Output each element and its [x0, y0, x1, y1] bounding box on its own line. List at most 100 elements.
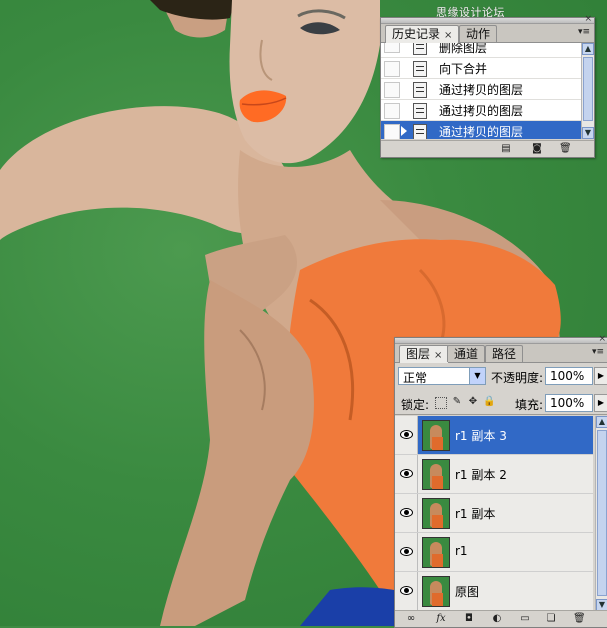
- opacity-value: 100%: [550, 369, 585, 383]
- layer-name[interactable]: r1 副本 3: [455, 427, 507, 444]
- tab-actions[interactable]: 动作: [459, 25, 498, 42]
- delete-trash-icon[interactable]: 🗑: [573, 613, 586, 624]
- tab-history[interactable]: 历史记录 ×: [385, 25, 460, 43]
- fill-field[interactable]: 100% ▶: [545, 394, 607, 412]
- history-scrollbar[interactable]: ▲ ▼: [581, 43, 594, 139]
- lock-label: 锁定:: [401, 398, 430, 412]
- layer-thumbnail[interactable]: [422, 537, 450, 568]
- panel-menu-icon[interactable]: ▾≡: [592, 347, 604, 357]
- layer-name[interactable]: 原图: [455, 583, 479, 600]
- layers-scrollbar[interactable]: ▲ ▼: [595, 416, 607, 611]
- layers-footer: ∞ fx ◘ ◐ ▭ ❏ 🗑: [395, 610, 607, 627]
- panel-close-icon[interactable]: ×: [584, 15, 592, 24]
- history-step-icon: [413, 124, 427, 139]
- history-item-label: 通过拷贝的图层: [439, 83, 524, 97]
- history-item-label: 通过拷贝的图层: [439, 125, 524, 139]
- lock-move-icon[interactable]: ✥: [467, 396, 479, 408]
- tab-channels[interactable]: 通道: [447, 345, 486, 362]
- lock-all-icon[interactable]: 🔒: [483, 396, 495, 408]
- opacity-label: 不透明度:: [491, 371, 544, 385]
- layer-row[interactable]: r1 副本 2: [395, 455, 593, 494]
- history-source-checkbox[interactable]: [384, 82, 400, 98]
- snapshot-camera-icon[interactable]: ◙: [531, 143, 543, 154]
- history-item[interactable]: 向下合并: [381, 58, 581, 79]
- visibility-eye-icon[interactable]: [395, 494, 418, 532]
- layer-row-selected[interactable]: r1 副本 3: [395, 416, 593, 455]
- history-step-icon: [413, 43, 427, 55]
- opacity-slider-arrow-icon[interactable]: ▶: [594, 367, 607, 385]
- layer-row[interactable]: r1 副本: [395, 494, 593, 533]
- history-panel: × 历史记录 × 动作 ▾≡ 删除图层 向下合并 通过拷贝的图层 通过拷贝的图层 …: [380, 15, 595, 158]
- history-list: 删除图层 向下合并 通过拷贝的图层 通过拷贝的图层 通过拷贝的图层: [381, 43, 581, 139]
- fill-value: 100%: [550, 396, 585, 410]
- layer-thumbnail[interactable]: [422, 576, 450, 607]
- layers-panel: × 图层 × 通道 路径 ▾≡ 正常 ▼ 不透明度: 100% ▶ 锁定: ✎ ✥…: [394, 335, 607, 628]
- tab-close-icon[interactable]: ×: [444, 30, 452, 41]
- visibility-eye-icon[interactable]: [395, 533, 418, 571]
- history-step-icon: [413, 103, 427, 119]
- tab-layers[interactable]: 图层 ×: [399, 345, 450, 363]
- tab-channels-label: 通道: [454, 347, 479, 361]
- history-source-checkbox[interactable]: [384, 103, 400, 119]
- new-document-from-state-icon[interactable]: ▤: [500, 143, 512, 154]
- layers-tab-bar: 图层 × 通道 路径 ▾≡: [395, 344, 607, 363]
- history-item-label: 删除图层: [439, 43, 488, 55]
- layer-row[interactable]: 原图: [395, 572, 593, 611]
- adjustment-layer-icon[interactable]: ◐: [491, 613, 503, 624]
- history-footer: ▤ ◙ 🗑: [381, 140, 594, 157]
- layer-row[interactable]: r1: [395, 533, 593, 572]
- group-folder-icon[interactable]: ▭: [519, 613, 531, 624]
- tab-close-icon[interactable]: ×: [434, 350, 442, 361]
- history-item-label: 向下合并: [439, 62, 488, 76]
- layer-name[interactable]: r1: [455, 544, 468, 558]
- lock-brush-icon[interactable]: ✎: [451, 396, 463, 408]
- history-step-icon: [413, 61, 427, 77]
- history-item-label: 通过拷贝的图层: [439, 104, 524, 118]
- new-layer-icon[interactable]: ❏: [545, 613, 557, 624]
- fill-slider-arrow-icon[interactable]: ▶: [594, 394, 607, 412]
- scroll-up-arrow-icon[interactable]: ▲: [582, 43, 594, 55]
- visibility-eye-icon[interactable]: [395, 455, 418, 493]
- blend-options-row: 正常 ▼ 不透明度: 100% ▶: [395, 363, 607, 389]
- lock-transparency-icon[interactable]: [435, 397, 447, 409]
- layer-name[interactable]: r1 副本: [455, 505, 495, 522]
- blend-mode-select[interactable]: 正常 ▼: [398, 367, 486, 385]
- history-source-checkbox[interactable]: [384, 61, 400, 77]
- link-layers-icon[interactable]: ∞: [405, 613, 417, 624]
- scroll-down-arrow-icon[interactable]: ▼: [582, 127, 594, 139]
- layer-name[interactable]: r1 副本 2: [455, 466, 507, 483]
- blend-mode-value: 正常: [403, 371, 428, 385]
- history-source-checkbox[interactable]: [384, 124, 400, 139]
- tab-actions-label: 动作: [466, 27, 491, 41]
- scroll-thumb[interactable]: [597, 430, 607, 596]
- layer-thumbnail[interactable]: [422, 498, 450, 529]
- lock-fill-row: 锁定: ✎ ✥ 🔒 填充: 100% ▶: [395, 392, 607, 415]
- layer-thumbnail[interactable]: [422, 420, 450, 451]
- tab-paths-label: 路径: [492, 347, 517, 361]
- visibility-eye-icon[interactable]: [395, 572, 418, 610]
- history-step-icon: [413, 82, 427, 98]
- history-item[interactable]: 通过拷贝的图层: [381, 79, 581, 100]
- panel-menu-icon[interactable]: ▾≡: [578, 27, 590, 37]
- opacity-field[interactable]: 100% ▶: [545, 367, 607, 385]
- history-item[interactable]: 通过拷贝的图层: [381, 100, 581, 121]
- layer-thumbnail[interactable]: [422, 459, 450, 490]
- history-tab-bar: 历史记录 × 动作 ▾≡: [381, 24, 594, 43]
- layers-list: r1 副本 3 r1 副本 2 r1 副本 r1 原图: [395, 416, 593, 611]
- history-item[interactable]: 删除图层: [381, 43, 581, 58]
- delete-trash-icon[interactable]: 🗑: [559, 143, 572, 154]
- panel-close-icon[interactable]: ×: [598, 335, 606, 344]
- tab-history-label: 历史记录: [392, 27, 441, 41]
- scroll-up-arrow-icon[interactable]: ▲: [596, 416, 607, 428]
- history-state-pointer-icon: [401, 126, 407, 136]
- fill-label: 填充:: [515, 398, 544, 412]
- visibility-eye-icon[interactable]: [395, 416, 418, 454]
- tab-paths[interactable]: 路径: [485, 345, 524, 362]
- history-item-selected[interactable]: 通过拷贝的图层: [381, 121, 581, 139]
- mask-icon[interactable]: ◘: [463, 613, 475, 624]
- history-source-checkbox[interactable]: [384, 43, 400, 53]
- fx-icon[interactable]: fx: [435, 613, 447, 624]
- chevron-down-icon[interactable]: ▼: [469, 368, 485, 384]
- scroll-thumb[interactable]: [583, 57, 593, 121]
- tab-layers-label: 图层: [406, 347, 431, 361]
